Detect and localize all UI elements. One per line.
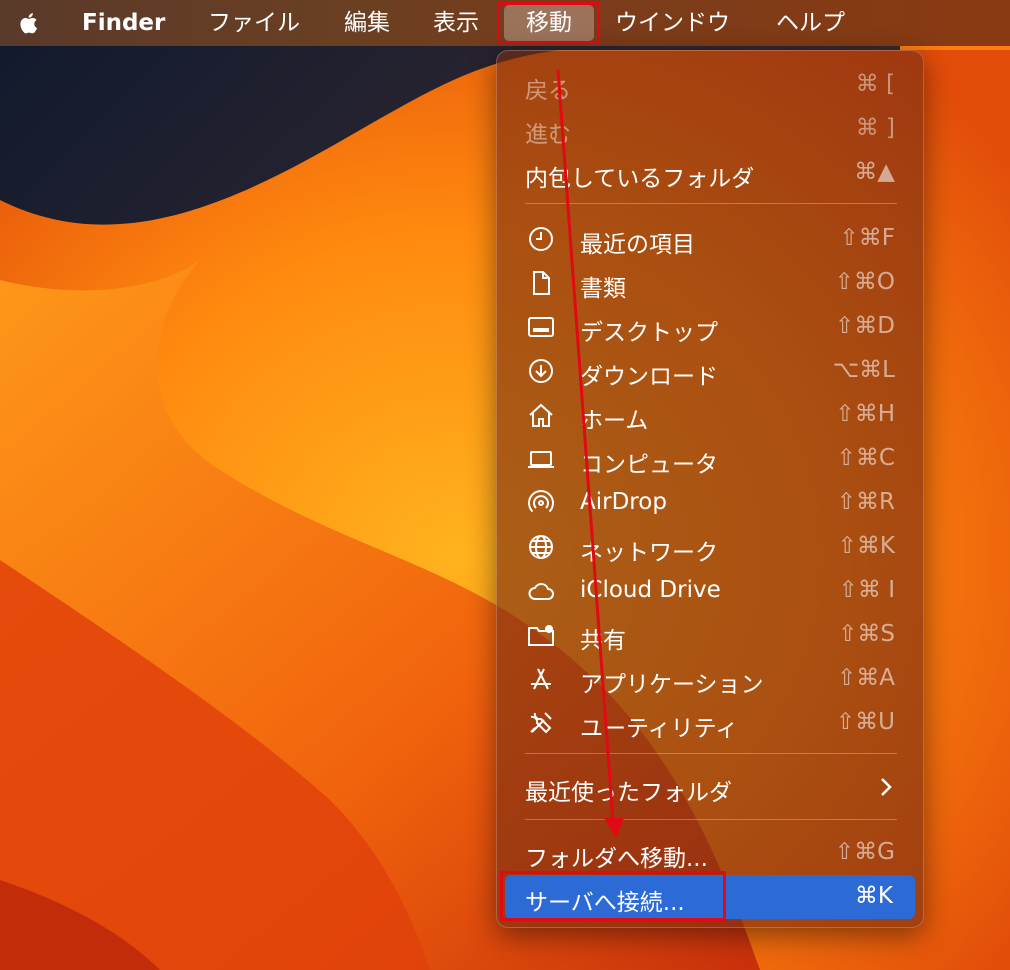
shortcut-label: ⌘▲ bbox=[854, 159, 895, 185]
menu-item-airdrop[interactable]: AirDrop ⇧⌘R bbox=[497, 481, 925, 525]
menu-item-label: 最近の項目 bbox=[580, 232, 695, 258]
menubar-file[interactable]: ファイル bbox=[208, 0, 300, 46]
menu-item-computer[interactable]: コンピュータ ⇧⌘C bbox=[497, 437, 925, 481]
home-icon bbox=[529, 403, 553, 427]
menu-item-label: コンピュータ bbox=[580, 452, 718, 478]
menu-item-label: 進む bbox=[525, 122, 571, 148]
menu-item-home[interactable]: ホーム ⇧⌘H bbox=[497, 393, 925, 437]
menu-item-icloud-drive[interactable]: iCloud Drive ⇧⌘ I bbox=[497, 569, 925, 613]
menu-item-shared[interactable]: 共有 ⇧⌘S bbox=[497, 613, 925, 657]
menubar-view[interactable]: 表示 bbox=[433, 0, 479, 46]
tools-icon bbox=[530, 712, 552, 734]
shortcut-label: ⇧⌘R bbox=[836, 489, 895, 515]
menu-item-go-to-folder[interactable]: フォルダへ移動... ⇧⌘G bbox=[497, 831, 925, 875]
annotation-box-connect-server bbox=[500, 871, 726, 921]
document-icon bbox=[533, 271, 550, 295]
cloud-icon bbox=[528, 583, 554, 600]
menu-separator bbox=[525, 753, 897, 754]
menu-item-label: ホーム bbox=[580, 408, 649, 434]
shortcut-label: ⇧⌘D bbox=[835, 313, 895, 339]
menu-item-enclosing-folder[interactable]: 内包しているフォルダ ⌘▲ bbox=[497, 151, 925, 195]
shortcut-label: ⇧⌘A bbox=[836, 665, 895, 691]
menu-item-recents[interactable]: 最近の項目 ⇧⌘F bbox=[497, 217, 925, 261]
globe-icon bbox=[529, 535, 553, 559]
shortcut-label: ⇧⌘K bbox=[837, 533, 895, 559]
menu-item-label: iCloud Drive bbox=[580, 577, 721, 603]
shortcut-label: ⇧⌘S bbox=[838, 621, 895, 647]
shortcut-label: ⇧⌘C bbox=[836, 445, 895, 471]
shortcut-label: ⇧⌘G bbox=[834, 839, 895, 865]
menu-item-label: 内包しているフォルダ bbox=[525, 166, 755, 192]
shortcut-label: ⇧⌘ I bbox=[838, 577, 895, 603]
shortcut-label: ⌘ [ bbox=[855, 71, 895, 97]
menu-item-downloads[interactable]: ダウンロード ⌥⌘L bbox=[497, 349, 925, 393]
menu-separator bbox=[525, 819, 897, 820]
menubar-app-name[interactable]: Finder bbox=[82, 0, 165, 46]
menu-separator bbox=[525, 203, 897, 204]
menubar-help[interactable]: ヘルプ bbox=[776, 0, 845, 46]
menu-item-desktop[interactable]: デスクトップ ⇧⌘D bbox=[497, 305, 925, 349]
go-menu-dropdown: 戻る ⌘ [ 進む ⌘ ] 内包しているフォルダ ⌘▲ 最近の項目 ⇧⌘F 書類… bbox=[496, 50, 924, 928]
menu-item-back[interactable]: 戻る ⌘ [ bbox=[497, 63, 925, 107]
shortcut-label: ⇧⌘H bbox=[835, 401, 895, 427]
shortcut-label: ⇧⌘O bbox=[834, 269, 895, 295]
desktop-icon bbox=[528, 317, 554, 337]
menu-item-label: デスクトップ bbox=[580, 320, 718, 346]
clock-icon bbox=[529, 227, 553, 251]
menu-item-label: 戻る bbox=[525, 78, 571, 104]
menu-item-recent-folders[interactable]: 最近使ったフォルダ bbox=[497, 765, 925, 809]
menu-item-label: アプリケーション bbox=[580, 672, 764, 698]
menu-item-label: 共有 bbox=[580, 628, 626, 654]
shortcut-label: ⌘K bbox=[854, 883, 893, 909]
menu-item-label: 最近使ったフォルダ bbox=[525, 780, 732, 806]
menu-item-label: フォルダへ移動... bbox=[525, 846, 708, 872]
menu-item-utilities[interactable]: ユーティリティ ⇧⌘U bbox=[497, 701, 925, 745]
menubar-window[interactable]: ウインドウ bbox=[615, 0, 730, 46]
menubar-edit[interactable]: 編集 bbox=[344, 0, 390, 46]
applications-icon bbox=[531, 668, 551, 690]
shortcut-label: ⇧⌘F bbox=[839, 225, 895, 251]
annotation-box-go-menu bbox=[497, 2, 600, 44]
laptop-icon bbox=[528, 451, 554, 468]
airdrop-icon bbox=[528, 490, 554, 513]
menu-item-label: AirDrop bbox=[580, 489, 667, 515]
menu-item-forward[interactable]: 進む ⌘ ] bbox=[497, 107, 925, 151]
menu-item-documents[interactable]: 書類 ⇧⌘O bbox=[497, 261, 925, 305]
menu-item-label: ネットワーク bbox=[580, 540, 718, 566]
shortcut-label: ⌥⌘L bbox=[832, 357, 895, 383]
shared-folder-icon bbox=[528, 625, 554, 646]
shortcut-label: ⌘ ] bbox=[855, 115, 895, 141]
menu-item-network[interactable]: ネットワーク ⇧⌘K bbox=[497, 525, 925, 569]
apple-logo-icon[interactable] bbox=[14, 8, 44, 38]
menu-item-applications[interactable]: アプリケーション ⇧⌘A bbox=[497, 657, 925, 701]
chevron-right-icon bbox=[881, 778, 892, 796]
download-icon bbox=[529, 359, 553, 383]
menu-item-label: ダウンロード bbox=[580, 364, 718, 390]
shortcut-label: ⇧⌘U bbox=[835, 709, 895, 735]
menu-item-label: ユーティリティ bbox=[580, 716, 739, 742]
menu-item-label: 書類 bbox=[580, 276, 626, 302]
